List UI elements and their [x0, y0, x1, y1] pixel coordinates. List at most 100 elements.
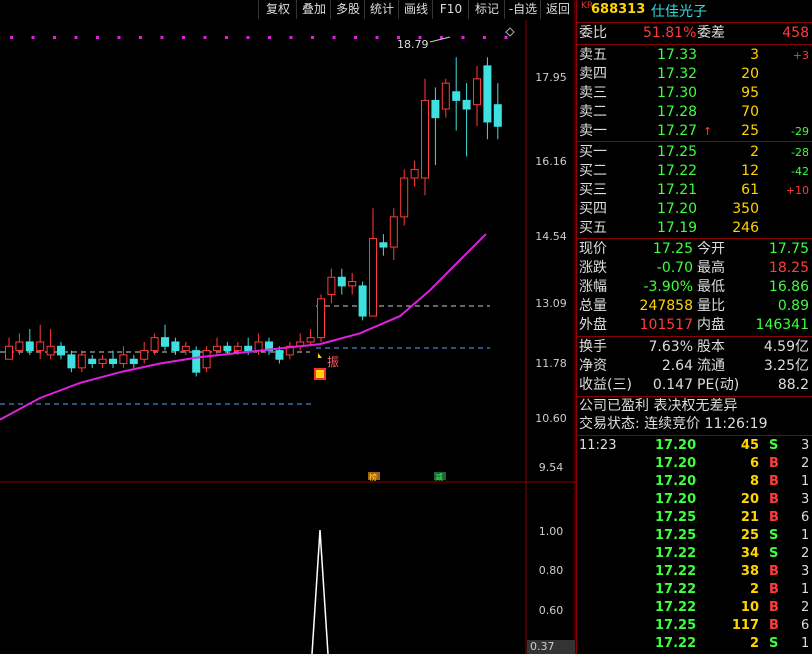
bid-row: 买二 17.22 12 -42: [577, 162, 812, 181]
candle: [77, 354, 86, 369]
ask-change: -29: [791, 125, 809, 138]
stat-label: 最高: [697, 260, 725, 276]
quote-panel: KR 688313 仕佳光子 委比 51.81% 委差 458 卖五 17.33 3…: [576, 0, 812, 654]
tick-side: S: [769, 636, 779, 651]
up-arrow-icon: ↑: [703, 125, 713, 138]
tick-price: 17.25: [655, 510, 697, 525]
stock-name[interactable]: 仕佳光子: [651, 1, 707, 21]
stat-value: 146341: [755, 317, 809, 333]
top-dot: [289, 36, 293, 39]
tick-count: 3: [801, 438, 810, 453]
marker-b: 减: [435, 472, 443, 482]
top-dot: [225, 36, 228, 39]
stat-value: -0.70: [656, 260, 693, 276]
top-dot: [53, 36, 56, 39]
order-ratio-row: 委比 51.81% 委差 458: [577, 24, 812, 43]
top-dot: [268, 36, 271, 39]
tick-row: 17.22 2 B 1: [577, 581, 812, 599]
sub-label-current: 0.37: [530, 640, 555, 653]
stat-label: 涨幅: [579, 279, 607, 295]
tick-price: 17.22: [655, 546, 697, 561]
ask-price: 17.30: [657, 85, 698, 101]
tick-count: 3: [801, 564, 810, 579]
stat-value: 2.64: [661, 358, 693, 374]
candle: [119, 354, 128, 365]
tick-price: 17.22: [655, 636, 697, 651]
candle: [181, 345, 190, 352]
top-dot: [375, 36, 379, 39]
tick-side: S: [769, 546, 779, 561]
ask-volume: 70: [741, 104, 759, 120]
stat-label: 涨跌: [579, 260, 607, 276]
tick-row: 17.20 20 B 3: [577, 491, 812, 509]
tick-price: 17.20: [655, 474, 697, 489]
candle: [150, 337, 159, 352]
tick-side: B: [769, 474, 779, 489]
tick-row: 17.22 38 B 3: [577, 563, 812, 581]
sub-label-3: 0.60: [538, 604, 564, 617]
stat-value: 18.25: [768, 260, 809, 276]
stat-row: 涨跌 -0.70 最高 18.25: [577, 259, 812, 278]
stat-value: 17.75: [768, 241, 809, 257]
bid-change: -42: [791, 165, 809, 178]
top-dot: [160, 36, 164, 39]
bid-price: 17.20: [657, 201, 698, 217]
candle: [46, 345, 55, 356]
stat-row: 收益(三) 0.147 PE(动) 88.2: [577, 376, 812, 395]
stat-value: 247858: [639, 298, 693, 314]
tick-side: B: [769, 510, 779, 525]
sub-label-2: 0.80: [538, 564, 564, 577]
tick-price: 17.25: [655, 618, 697, 633]
bid-price: 17.22: [657, 163, 698, 179]
stat-value: 4.59亿: [763, 339, 809, 355]
ask-row: 卖四 17.32 20: [577, 65, 812, 84]
tick-volume: 45: [740, 438, 759, 453]
tick-side: B: [769, 456, 779, 471]
tick-volume: 10: [740, 600, 759, 615]
ask-label: 卖五: [579, 47, 607, 63]
ask-price: 17.32: [657, 66, 698, 82]
tick-volume: 20: [740, 492, 759, 507]
bid-label: 买五: [579, 220, 607, 236]
candle: [337, 276, 346, 287]
candle: [213, 345, 221, 352]
signal-arrow-icon: [318, 353, 322, 358]
tick-volume: 2: [749, 636, 759, 651]
ask-row: 卖五 17.33 3 +3: [577, 46, 812, 65]
top-dot: [10, 36, 13, 39]
marker-a: 榜: [369, 472, 377, 482]
ask-price: 17.33: [657, 47, 698, 63]
stat-row: 换手 7.63% 股本 4.59亿: [577, 338, 812, 357]
stat-row: 现价 17.25 今开 17.75: [577, 240, 812, 259]
stat-row: 涨幅 -3.90% 最低 16.86: [577, 278, 812, 297]
trade-status-text: 交易状态: 连续竞价 11:26:19: [579, 416, 768, 432]
bid-change: -28: [791, 146, 809, 159]
candle: [140, 350, 149, 360]
top-dot: [96, 36, 99, 39]
candle: [493, 104, 502, 127]
candle: [244, 345, 253, 352]
ask-volume: 95: [741, 85, 759, 101]
stat-label: PE(动): [697, 377, 740, 393]
stat-label: 量比: [697, 298, 725, 314]
bid-volume: 246: [732, 220, 759, 236]
candle: [5, 345, 13, 360]
candlesticks: [5, 57, 502, 377]
stat-value: 17.25: [652, 241, 693, 257]
stat-label: 流通: [697, 358, 725, 374]
bid-volume: 12: [741, 163, 759, 179]
tick-row: 17.22 10 B 2: [577, 599, 812, 617]
candle: [389, 216, 398, 248]
tick-count: 2: [801, 546, 810, 561]
tick-side: S: [769, 528, 779, 543]
tick-price: 17.20: [655, 456, 697, 471]
stat-label: 现价: [579, 241, 607, 257]
candle: [57, 345, 65, 356]
kline-chart[interactable]: 18.79 振 榜 减: [0, 0, 576, 654]
ask-label: 卖四: [579, 66, 607, 82]
stat-value: 16.86: [768, 279, 809, 295]
tick-row: 17.25 117 B 6: [577, 617, 812, 635]
ask-row: 卖三 17.30 95: [577, 84, 812, 103]
candle: [431, 99, 440, 119]
tick-volume: 117: [731, 618, 759, 633]
